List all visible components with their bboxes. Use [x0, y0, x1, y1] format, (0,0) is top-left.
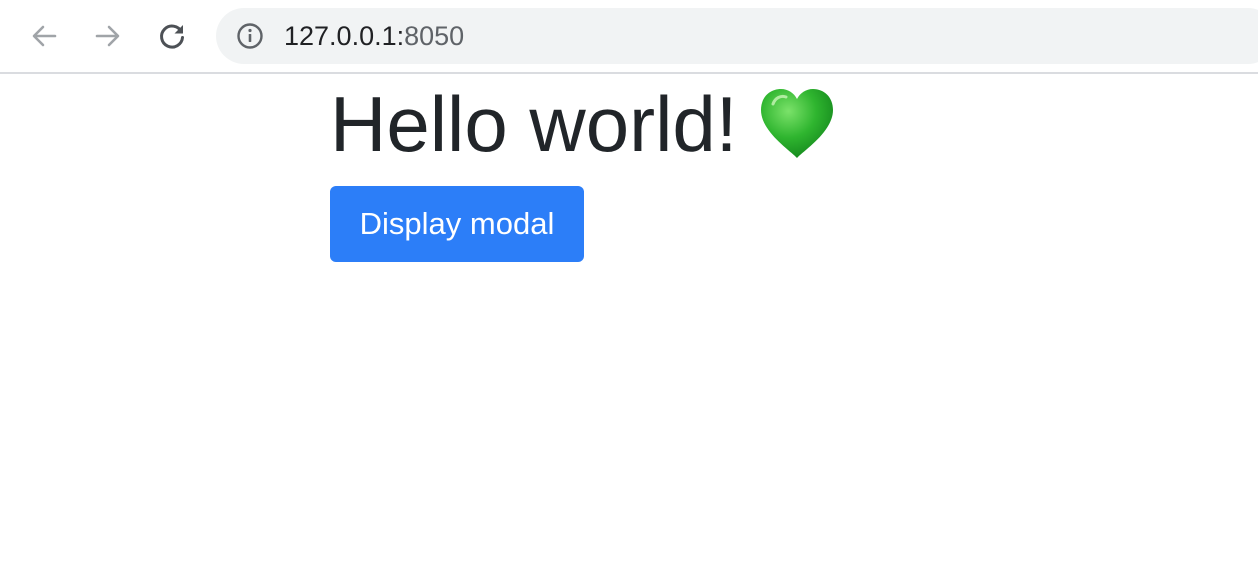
display-modal-button[interactable]: Display modal: [330, 186, 584, 262]
page-title: Hello world!: [330, 78, 837, 170]
url-port: 8050: [404, 21, 465, 51]
reload-button[interactable]: [152, 16, 192, 56]
reload-icon: [160, 24, 184, 49]
arrow-right-icon: [95, 25, 120, 47]
url-text: 127.0.0.1:8050: [284, 21, 464, 51]
back-button[interactable]: [24, 16, 64, 56]
arrow-left-icon: [32, 25, 57, 47]
forward-button[interactable]: [88, 16, 128, 56]
green-heart-icon: [761, 89, 834, 158]
address-bar[interactable]: 127.0.0.1:8050: [216, 8, 1258, 64]
page-content: Hello world! Display modal: [0, 74, 1258, 588]
browser-toolbar: 127.0.0.1:8050: [0, 0, 1258, 74]
info-icon[interactable]: [236, 22, 264, 50]
url-host: 127.0.0.1:: [284, 21, 405, 51]
heading-text: Hello world!: [330, 80, 738, 168]
